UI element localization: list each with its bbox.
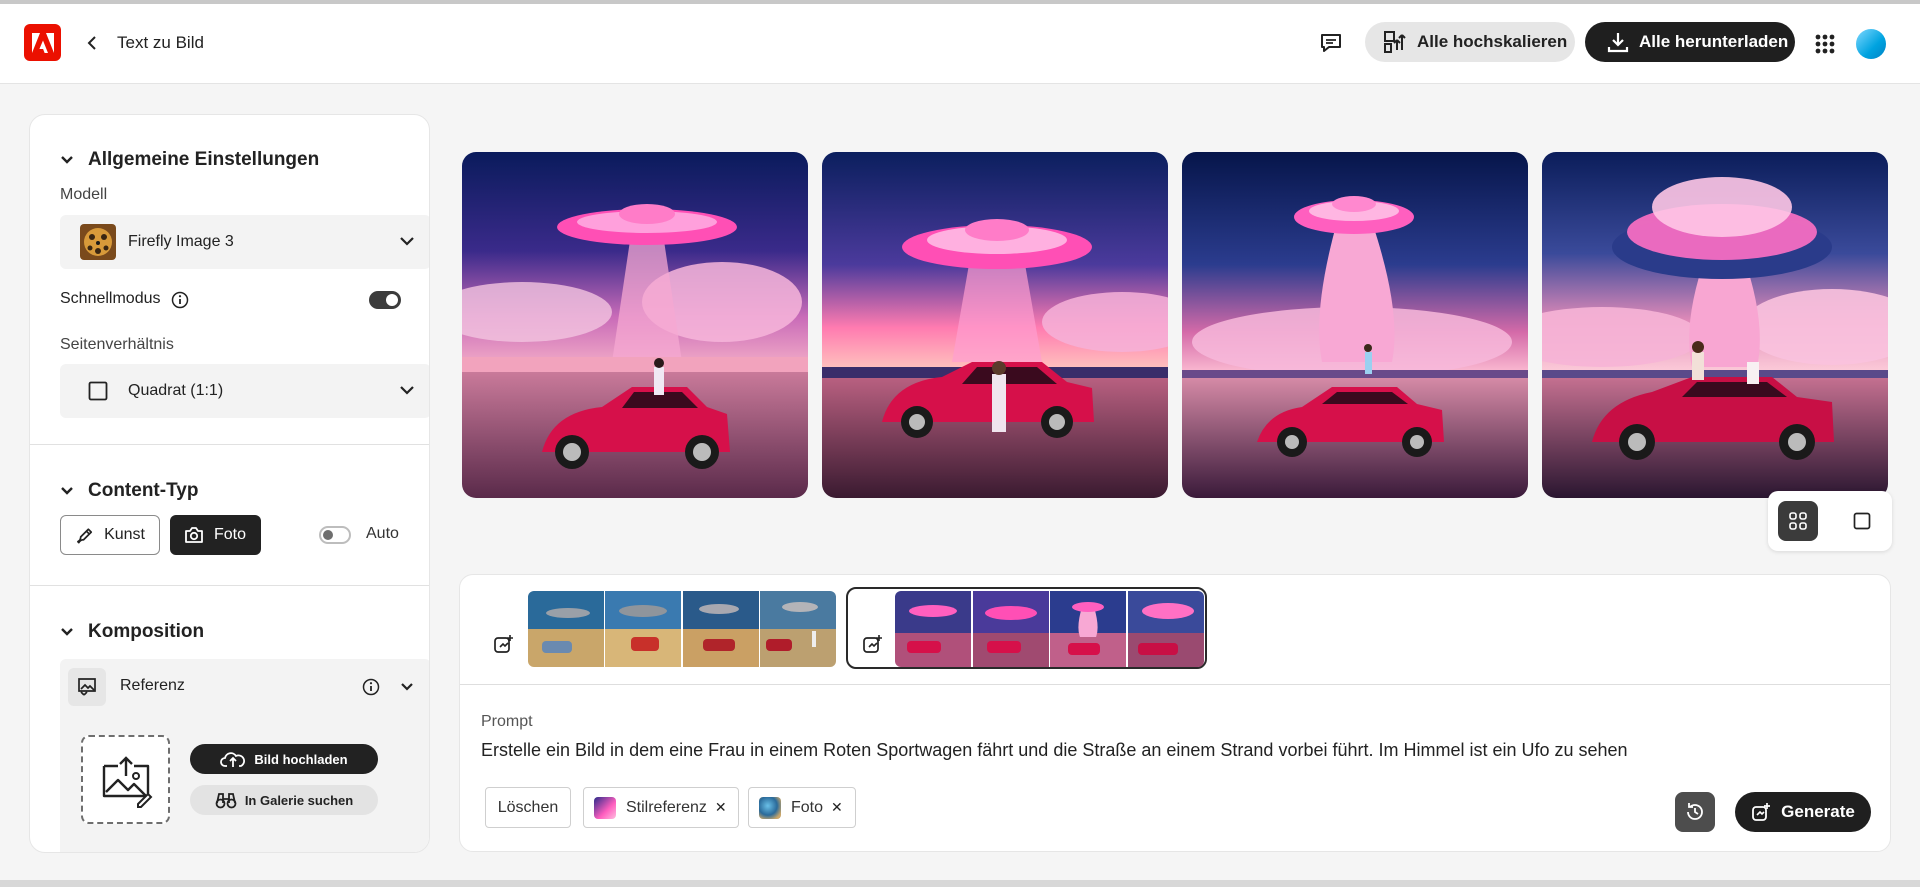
remove-style-reference-icon[interactable]: ✕ [715,799,727,816]
clear-label: Löschen [497,798,559,816]
grid-view-button[interactable] [1778,501,1818,541]
composition-header[interactable]: Komposition [60,621,204,643]
grid-view-icon [1789,512,1807,530]
remove-photo-icon[interactable]: ✕ [831,799,843,816]
adobe-logo-icon[interactable] [24,24,61,61]
chevron-down-icon [61,156,73,164]
info-icon[interactable] [171,291,189,314]
result-image-1[interactable] [462,152,808,498]
photo-label: Foto [214,526,247,543]
single-view-icon [1853,512,1871,530]
history-thumbnail[interactable] [973,591,1049,667]
aspect-ratio-value: Quadrat (1:1) [128,382,224,399]
chevron-down-icon [61,628,73,636]
page-title: Text zu Bild [117,33,204,52]
view-toggle [1768,491,1892,551]
general-settings-title: Allgemeine Einstellungen [88,149,320,170]
style-reference-chip[interactable]: Stilreferenz ✕ [583,787,739,828]
app-header: Text zu Bild Alle hochskalieren Alle her… [0,4,1920,84]
result-image-3[interactable] [1182,152,1528,498]
general-settings-header[interactable]: Allgemeine Einstellungen [60,149,319,171]
style-reference-thumbnail [594,796,616,819]
style-reference-label: Stilreferenz [626,798,707,816]
upscale-all-label: Alle hochskalieren [1417,32,1568,51]
fast-mode-label: Schnellmodus [60,290,161,307]
cloud-upload-icon [220,752,246,767]
section-divider [30,585,429,586]
upload-dropzone[interactable] [81,735,170,824]
photo-thumbnail [759,796,781,819]
history-thumbnail[interactable] [895,591,971,667]
reference-label: Referenz [120,677,185,694]
fast-mode-toggle[interactable] [369,291,401,309]
history-thumbnail[interactable] [1050,591,1126,667]
download-all-label: Alle herunterladen [1639,32,1789,51]
square-icon [88,381,108,401]
upload-image-button[interactable]: Bild hochladen [190,744,378,774]
history-thumbnail[interactable] [1128,591,1204,667]
binoculars-icon [215,793,237,809]
composition-title: Komposition [88,621,205,642]
model-value: Firefly Image 3 [128,233,234,250]
bottom-edge [0,880,1920,887]
chevron-down-icon [61,487,73,495]
brush-icon [77,528,93,544]
search-gallery-label: In Galerie suchen [244,792,354,808]
restore-prompt-icon[interactable] [855,626,891,662]
download-all-button[interactable]: Alle herunterladen [1585,22,1795,62]
photo-chip-label: Foto [791,798,824,816]
history-thumbnail[interactable] [528,591,604,667]
model-thumbnail [80,224,116,260]
section-divider [30,444,429,445]
generate-icon [1752,803,1771,821]
aspect-ratio-label: Seitenverhältnis [60,336,174,353]
info-icon[interactable] [362,678,380,696]
reference-image-icon [68,668,106,706]
reference-row[interactable]: Referenz [60,659,429,715]
result-image-4[interactable] [1542,152,1888,498]
clear-prompt-button[interactable]: Löschen [485,787,571,828]
avatar[interactable] [1856,29,1886,59]
content-type-photo-button[interactable]: Foto [170,515,261,555]
model-label: Modell [60,186,108,203]
chevron-down-icon[interactable] [400,680,414,694]
history-thumbnail[interactable] [683,591,759,667]
image-upload-icon [102,755,152,808]
chevron-down-icon [400,386,414,395]
photo-chip[interactable]: Foto ✕ [748,787,856,828]
upload-image-label: Bild hochladen [254,751,348,767]
prompt-label: Prompt [481,713,533,730]
single-view-button[interactable] [1842,501,1882,541]
generate-label: Generate [1781,802,1855,821]
history-icon [1687,803,1703,820]
chevron-down-icon [400,237,414,246]
result-image-2[interactable] [822,152,1168,498]
auto-label: Auto [366,525,399,542]
content-type-header[interactable]: Content-Typ [60,480,198,502]
camera-icon [185,527,203,543]
art-label: Kunst [104,526,145,543]
history-thumbnail[interactable] [760,591,836,667]
generate-button[interactable]: Generate [1735,792,1871,832]
model-select[interactable]: Firefly Image 3 [60,215,429,269]
upscale-all-button[interactable]: Alle hochskalieren [1365,22,1575,62]
aspect-ratio-select[interactable]: Quadrat (1:1) [60,364,429,418]
history-thumbnail[interactable] [605,591,681,667]
back-chevron-icon[interactable] [80,30,104,56]
upscale-icon [1384,31,1406,53]
search-gallery-button[interactable]: In Galerie suchen [190,785,378,815]
download-icon [1607,33,1629,53]
prompt-history-button[interactable] [1675,792,1715,832]
content-type-art-button[interactable]: Kunst [60,515,160,555]
auto-toggle[interactable] [319,526,351,544]
prompt-input[interactable]: Erstelle ein Bild in dem eine Frau in ei… [481,740,1861,761]
feedback-icon[interactable] [1318,30,1344,56]
restore-prompt-icon[interactable] [486,626,522,662]
apps-grid-icon[interactable] [1812,31,1838,57]
content-type-title: Content-Typ [88,480,199,501]
prompt-divider [460,684,1890,685]
